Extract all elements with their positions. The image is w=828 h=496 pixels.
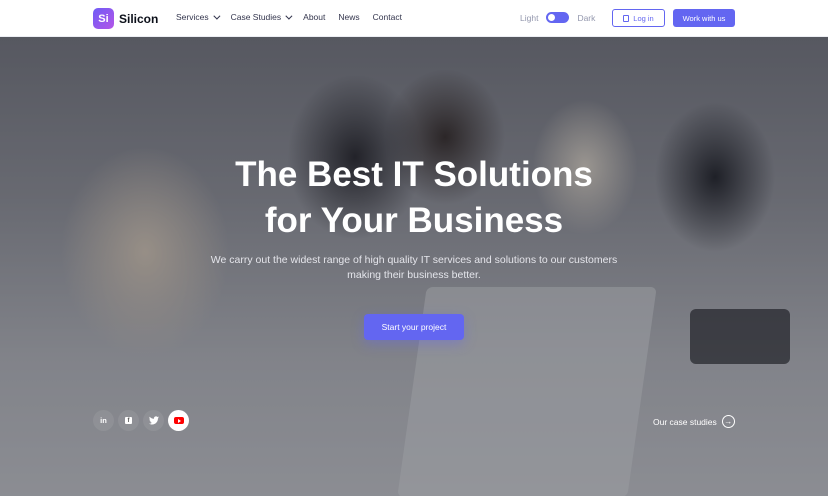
toggle-knob (548, 14, 556, 21)
nav-label: About (303, 12, 326, 22)
nav-item-news[interactable]: News (338, 12, 359, 22)
nav-label: Services (176, 12, 209, 22)
start-project-button[interactable]: Start your project (364, 314, 464, 340)
hero-subtitle: We carry out the widest range of high qu… (210, 254, 618, 281)
site-header: Si Silicon Services Case Studies About N… (0, 0, 828, 37)
social-links: in f (93, 410, 189, 431)
youtube-icon[interactable] (168, 410, 189, 431)
nav-label: Contact (372, 12, 402, 22)
nav-label: Case Studies (230, 12, 282, 22)
twitter-icon[interactable] (143, 410, 164, 431)
nav-item-services[interactable]: Services (176, 12, 221, 22)
work-with-us-button[interactable]: Work with us (673, 9, 735, 27)
main-nav: Services Case Studies About News Contact (176, 12, 402, 22)
hero-title-line-2: for Your Business (264, 201, 564, 240)
theme-light-label: Light (520, 12, 539, 23)
login-button[interactable]: Log in (612, 9, 665, 27)
facebook-icon[interactable]: f (118, 410, 139, 431)
theme-switcher: Light Dark (520, 12, 595, 23)
nav-item-about[interactable]: About (303, 12, 325, 22)
logo[interactable]: Si Silicon (93, 8, 158, 29)
linkedin-icon[interactable]: in (93, 410, 114, 431)
login-icon (623, 14, 630, 22)
case-studies-label: Our case studies (653, 416, 717, 427)
twitter-glyph (148, 416, 159, 425)
hero-title-line-1: The Best IT Solutions (235, 155, 593, 194)
facebook-glyph: f (125, 417, 132, 424)
arrow-right-icon: → (721, 415, 735, 428)
theme-toggle[interactable] (546, 12, 570, 23)
nav-item-contact[interactable]: Contact (373, 12, 402, 22)
login-label: Log in (633, 13, 654, 23)
brand-name: Silicon (119, 11, 159, 26)
chevron-down-icon (285, 12, 293, 20)
nav-item-case-studies[interactable]: Case Studies (230, 12, 293, 22)
case-studies-link[interactable]: Our case studies → (653, 415, 735, 428)
hero-section: The Best IT Solutions for Your Business … (0, 37, 828, 496)
linkedin-glyph: in (100, 416, 107, 425)
nav-label: News (338, 12, 360, 22)
theme-dark-label: Dark (577, 12, 596, 23)
youtube-glyph (173, 417, 184, 424)
chevron-down-icon (212, 12, 221, 20)
logo-mark: Si (93, 8, 114, 29)
